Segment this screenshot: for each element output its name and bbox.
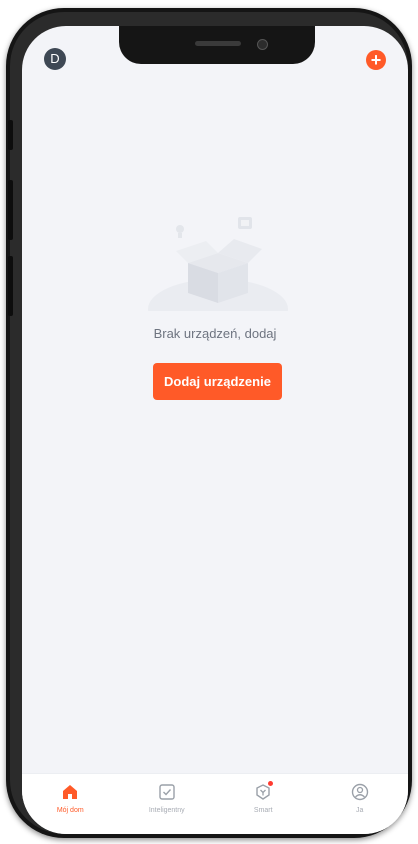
mute-switch	[8, 120, 13, 150]
notch	[119, 26, 315, 64]
bottom-navigation: Mój dom Inteligentny Smart Ja	[22, 773, 408, 834]
volume-up-button	[8, 180, 13, 240]
checkbox-icon	[157, 782, 177, 802]
phone-frame: D + Brak urządzeń, dodaj Dodaj urządzeni…	[6, 8, 412, 838]
empty-state-message: Brak urządzeń, dodaj	[153, 326, 277, 341]
empty-box-icon	[148, 211, 288, 339]
smart-shield-icon	[253, 781, 274, 802]
front-camera	[257, 39, 268, 50]
nav-item-my-home[interactable]: Mój dom	[22, 774, 119, 834]
volume-down-button	[8, 256, 13, 316]
nav-label-my-home: Mój dom	[56, 807, 84, 814]
app-screen: D + Brak urządzeń, dodaj Dodaj urządzeni…	[22, 26, 408, 834]
nav-item-me[interactable]: Ja	[312, 774, 409, 834]
device-mockup: D + Brak urządzeń, dodaj Dodaj urządzeni…	[0, 0, 418, 844]
nav-label-intelligent: Inteligentny	[148, 807, 185, 814]
add-button[interactable]: +	[366, 50, 386, 70]
speaker-grille	[195, 41, 241, 46]
profile-icon	[350, 782, 370, 802]
add-device-button[interactable]: Dodaj urządzenie	[153, 363, 282, 400]
user-avatar[interactable]: D	[44, 48, 66, 70]
nav-item-smart[interactable]: Smart	[215, 774, 312, 834]
home-icon	[60, 782, 80, 802]
nav-item-intelligent[interactable]: Inteligentny	[119, 774, 216, 834]
nav-label-me: Ja	[356, 807, 364, 814]
plus-icon: +	[370, 50, 382, 70]
nav-label-smart: Smart	[253, 807, 273, 814]
